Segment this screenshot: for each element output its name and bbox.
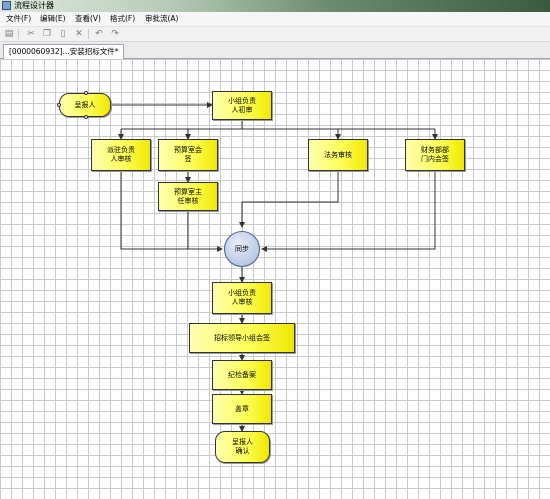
selection-handle[interactable] <box>84 91 88 95</box>
node-legal-review[interactable]: 法务审核 <box>308 139 368 171</box>
menu-view[interactable]: 查看(V) <box>73 12 103 26</box>
selection-handle[interactable] <box>57 103 61 107</box>
redo-icon[interactable]: ↷ <box>110 29 120 39</box>
save-icon[interactable]: ▤ <box>4 29 14 39</box>
node-discipline-filing[interactable]: 纪检备案 <box>212 360 272 390</box>
menu-file[interactable]: 文件(F) <box>4 12 33 26</box>
node-bidding-committee-countersign[interactable]: 招标领导小组会签 <box>189 323 295 353</box>
menu-approval-flow[interactable]: 审批流(A) <box>143 12 180 26</box>
start-node[interactable]: 呈报人 <box>59 93 111 117</box>
node-resident-lead-review[interactable]: 派驻负责 人审核 <box>91 139 151 171</box>
menu-edit[interactable]: 编辑(E) <box>38 12 68 26</box>
end-node[interactable]: 呈报人 确认 <box>215 431 270 463</box>
toolbar: ▤ ✂ ❐ ▯ ✕ ↶ ↷ <box>0 27 550 42</box>
tab-strip: [0000060932]...安装招标文件* <box>0 42 550 59</box>
tab-document[interactable]: [0000060932]...安装招标文件* <box>3 44 125 59</box>
delete-icon[interactable]: ✕ <box>74 29 84 39</box>
copy-icon[interactable]: ❐ <box>42 29 52 39</box>
sync-node[interactable]: 同步 <box>224 231 260 267</box>
node-team-lead-initial-review[interactable]: 小组负责 人初审 <box>212 91 272 120</box>
undo-icon[interactable]: ↶ <box>94 29 104 39</box>
connector <box>261 171 436 252</box>
node-stamp[interactable]: 盖章 <box>212 394 272 424</box>
app-icon <box>2 1 11 10</box>
toolbar-separator <box>18 29 19 39</box>
cut-icon[interactable]: ✂ <box>26 29 36 39</box>
connector-layer <box>110 102 438 432</box>
node-finance-countersign[interactable]: 财务部部 门内会签 <box>405 139 465 171</box>
window-title: 流程设计器 <box>14 1 54 10</box>
menu-format[interactable]: 格式(F) <box>108 12 137 26</box>
node-budget-director-review[interactable]: 预算室主 任审核 <box>158 182 218 211</box>
diagram-canvas[interactable]: 呈报人 小组负责 人初审 派驻负责 人审核 预算室会 签 预算室主 任审核 法务… <box>0 59 550 499</box>
selection-handle[interactable] <box>84 115 88 119</box>
toolbar-separator <box>88 29 89 39</box>
title-bar: 流程设计器 <box>0 0 550 12</box>
paste-icon[interactable]: ▯ <box>58 29 68 39</box>
node-budget-countersign[interactable]: 预算室会 签 <box>158 139 218 171</box>
connector <box>239 171 339 228</box>
menu-bar: 文件(F) 编辑(E) 查看(V) 格式(F) 审批流(A) <box>0 12 550 27</box>
node-team-lead-review[interactable]: 小组负责 人审核 <box>212 282 272 314</box>
